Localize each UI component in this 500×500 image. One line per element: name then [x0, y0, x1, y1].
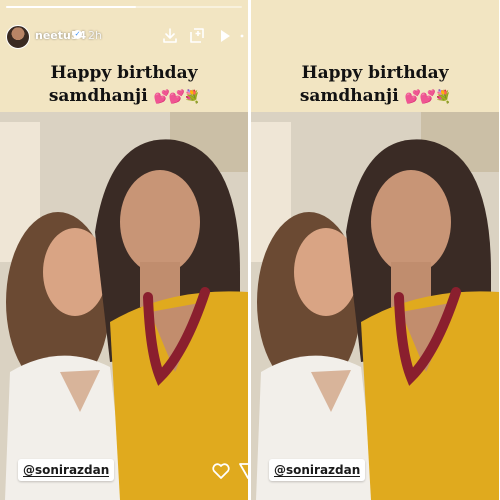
story-header: neetu54 ✓ 2h	[6, 25, 246, 51]
play-icon[interactable]	[216, 27, 234, 45]
mention-sticker[interactable]: @sonirazdan	[18, 459, 115, 481]
story-progress-fill	[6, 6, 136, 8]
send-icon[interactable]	[238, 461, 248, 481]
more-options-icon[interactable]	[238, 27, 248, 45]
verified-badge-icon: ✓	[73, 30, 82, 39]
story-timestamp: 2h	[88, 29, 102, 42]
caption-emoji: 💕💕💐	[404, 90, 452, 105]
caption-emoji: 💕💕💐	[153, 90, 201, 105]
download-icon[interactable]	[161, 27, 179, 45]
story-panel-right: Happy birthday samdhanji 💕💕💐 @sonirazdan	[251, 0, 499, 500]
caption-line-1: Happy birthday	[301, 63, 449, 83]
heart-icon[interactable]	[211, 461, 231, 481]
story-panel-left: Happy birthday samdhanji 💕💕💐 neetu54 ✓ 2…	[0, 0, 248, 500]
story-progress-bar	[6, 6, 242, 8]
story-photo	[0, 112, 248, 500]
story-photo	[251, 112, 499, 500]
story-caption: Happy birthday samdhanji 💕💕💐	[0, 62, 248, 109]
story-caption: Happy birthday samdhanji 💕💕💐	[251, 62, 499, 109]
caption-line-2: samdhanji	[48, 86, 148, 106]
mention-sticker[interactable]: @sonirazdan	[269, 459, 366, 481]
add-to-story-icon[interactable]	[188, 27, 206, 45]
caption-line-1: Happy birthday	[50, 63, 198, 83]
caption-line-2: samdhanji	[299, 86, 399, 106]
avatar[interactable]	[6, 25, 30, 49]
